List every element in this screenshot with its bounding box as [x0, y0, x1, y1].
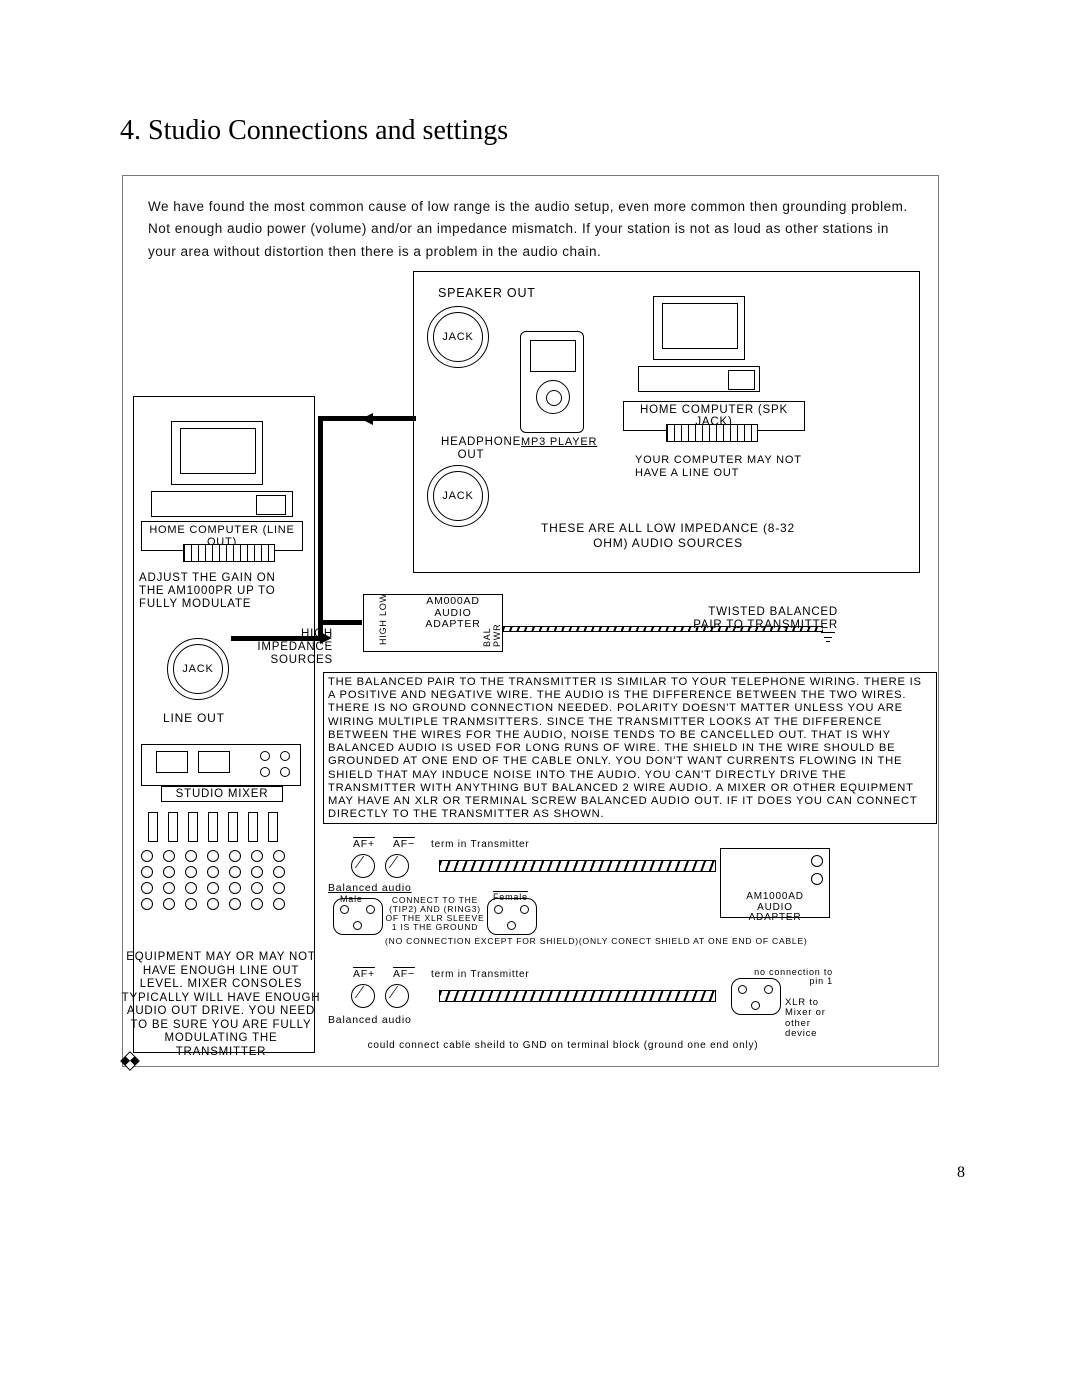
- shielded-cable-icon: [439, 860, 716, 872]
- screw-terminal-icon: ⁄: [351, 854, 375, 878]
- balanced-pair-text: THE BALANCED PAIR TO THE TRANSMITTER IS …: [323, 672, 937, 824]
- adapter-label: AM000AD AUDIO ADAPTER: [413, 596, 493, 631]
- sources-note: THESE ARE ALL LOW IMPEDANCE (8-32 OHM) A…: [523, 521, 813, 551]
- arrow-icon: [231, 636, 323, 641]
- screw-terminal-icon: ⁄: [385, 854, 409, 878]
- keyboard-icon: [183, 544, 275, 562]
- balanced-audio-label: Balanced audio: [328, 882, 412, 894]
- footnote: could connect cable sheild to GND on ter…: [363, 1040, 763, 1051]
- ground-icon: [821, 632, 835, 643]
- right-computer-note: YOUR COMPUTER MAY NOT HAVE A LINE OUT: [635, 454, 805, 479]
- page-number: 8: [957, 1164, 965, 1182]
- male-label: Male: [340, 894, 363, 904]
- arrowhead-icon: [320, 632, 332, 644]
- mixer-label: STUDIO MIXER: [161, 786, 283, 802]
- term-label: term in Transmitter: [431, 969, 530, 980]
- af-plus-label: AF+: [353, 838, 375, 850]
- xlr-female-icon: [487, 898, 537, 935]
- mixer-faders: [148, 812, 278, 842]
- af-minus-label: AF−: [393, 968, 415, 980]
- arrowhead-icon: [361, 413, 373, 425]
- screw-terminal-icon: ⁄: [351, 984, 375, 1008]
- mixer-note: EQUIPMENT MAY OR MAY NOT HAVE ENOUGH LIN…: [121, 951, 321, 1060]
- speaker-out-label: SPEAKER OUT: [438, 286, 536, 300]
- adapter2-label: AM1000AD AUDIO ADAPTER: [735, 892, 815, 924]
- xlr-to-label: XLR to Mixer or other device: [785, 998, 845, 1040]
- shielded-cable-icon: [439, 990, 716, 1002]
- connections-figure: We have found the most common cause of l…: [122, 175, 939, 1067]
- studio-mixer-icon: [141, 744, 301, 786]
- mp3-player-icon: [520, 331, 584, 433]
- left-computer-icon: [171, 421, 263, 485]
- gain-note: ADJUST THE GAIN ON THE AM1000PR UP TO FU…: [139, 572, 299, 612]
- twisted-pair-label: TWISTED BALANCED PAIR TO TRANSMITTER: [678, 606, 838, 632]
- section-heading: 4. Studio Connections and settings: [120, 115, 508, 147]
- af-plus-label: AF+: [353, 968, 375, 980]
- lineout-jack-icon: JACK: [173, 644, 223, 694]
- screw-terminal-icon: ⁄: [385, 984, 409, 1008]
- term-label: term in Transmitter: [431, 839, 530, 850]
- speaker-jack-icon: JACK: [433, 312, 483, 362]
- mp3-label: MP3 PLAYER: [521, 436, 597, 448]
- af-minus-label: AF−: [393, 838, 415, 850]
- headphone-out-label: HEADPHONE OUT: [441, 436, 501, 461]
- mixer-knobs: [141, 850, 285, 914]
- shield-note: (NO CONNECTION EXCEPT FOR SHIELD)(ONLY C…: [385, 936, 808, 946]
- headphone-jack-icon: JACK: [433, 471, 483, 521]
- document-page: 4. Studio Connections and settings 8 We …: [0, 0, 1080, 1397]
- arrow-icon: [318, 620, 362, 625]
- keyboard-icon: [666, 424, 758, 442]
- connect-note: CONNECT TO THE (TIP2) AND (RING3) OF THE…: [385, 896, 485, 932]
- arrow-icon: [318, 416, 323, 641]
- balanced-audio-label: Balanced audio: [328, 1014, 412, 1026]
- line-out-label: LINE OUT: [163, 711, 225, 725]
- no-connection-label: no connection to pin 1: [743, 968, 833, 987]
- left-computer-base: [151, 491, 293, 517]
- female-label: Female: [493, 892, 528, 902]
- right-computer-icon: [653, 296, 760, 392]
- intro-text: We have found the most common cause of l…: [148, 196, 913, 263]
